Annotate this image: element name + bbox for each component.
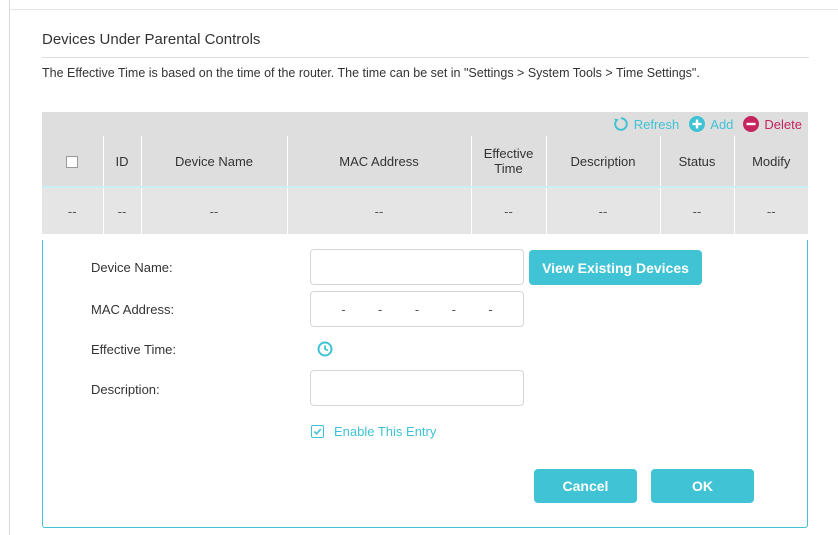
effective-time-label: Effective Time:	[91, 342, 177, 357]
header-modify: Modify	[734, 136, 808, 187]
select-all-header[interactable]	[42, 136, 104, 187]
table-toolbar: Refresh Add Delete	[42, 112, 808, 136]
description-input[interactable]	[310, 370, 524, 406]
refresh-icon	[613, 117, 628, 131]
page-frame-top	[9, 9, 838, 10]
table-cell: --	[546, 186, 661, 234]
mac-separator: -	[451, 301, 456, 317]
plus-circle-icon	[689, 116, 706, 132]
table-cell: --	[42, 186, 104, 234]
header-effective-time: Effective Time	[471, 136, 547, 187]
refresh-button[interactable]: Refresh	[613, 116, 680, 132]
add-label: Add	[710, 116, 734, 132]
header-device-name: Device Name	[141, 136, 288, 187]
mac-separator: -	[488, 301, 493, 317]
mac-address-input[interactable]: - - - - -	[310, 291, 524, 327]
enable-entry-label: Enable This Entry	[334, 424, 437, 439]
refresh-label: Refresh	[633, 116, 680, 132]
clock-icon[interactable]	[317, 341, 333, 357]
section-title: Devices Under Parental Controls	[42, 31, 261, 48]
time-note: The Effective Time is based on the time …	[42, 66, 700, 80]
cancel-button[interactable]: Cancel	[534, 469, 637, 503]
delete-label: Delete	[764, 116, 802, 132]
table-row: -- -- -- -- -- -- -- --	[42, 186, 808, 234]
header-id: ID	[103, 136, 142, 187]
table-cell: --	[103, 186, 142, 234]
checkmark-icon	[313, 428, 322, 435]
view-existing-devices-button[interactable]: View Existing Devices	[529, 250, 702, 285]
ok-button[interactable]: OK	[651, 469, 754, 503]
enable-entry-checkbox[interactable]	[311, 425, 324, 438]
table-cell: --	[287, 186, 472, 234]
table-cell: --	[734, 186, 808, 234]
device-name-label: Device Name:	[91, 260, 173, 275]
devices-table: ID Device Name MAC Address Effective Tim…	[42, 136, 808, 234]
description-label: Description:	[91, 382, 160, 397]
table-cell: --	[141, 186, 288, 234]
delete-button[interactable]: Delete	[743, 116, 802, 132]
header-status: Status	[660, 136, 735, 187]
device-name-input[interactable]	[310, 249, 524, 285]
enable-entry-toggle[interactable]: Enable This Entry	[311, 424, 436, 439]
table-cell: --	[660, 186, 735, 234]
header-mac-address: MAC Address	[287, 136, 472, 187]
minus-circle-icon	[743, 116, 760, 132]
mac-address-label: MAC Address:	[91, 302, 175, 317]
header-effective-time-label: Effective Time	[483, 146, 534, 176]
mac-separator: -	[414, 301, 420, 317]
page-frame-left	[9, 0, 10, 535]
select-all-checkbox[interactable]	[66, 156, 79, 169]
title-divider	[42, 57, 809, 58]
mac-separator: -	[378, 301, 383, 317]
table-cell: --	[471, 186, 547, 234]
add-button[interactable]: Add	[689, 116, 733, 132]
table-header-row: ID Device Name MAC Address Effective Tim…	[42, 136, 808, 187]
mac-separator: -	[341, 301, 346, 317]
header-description: Description	[546, 136, 661, 187]
